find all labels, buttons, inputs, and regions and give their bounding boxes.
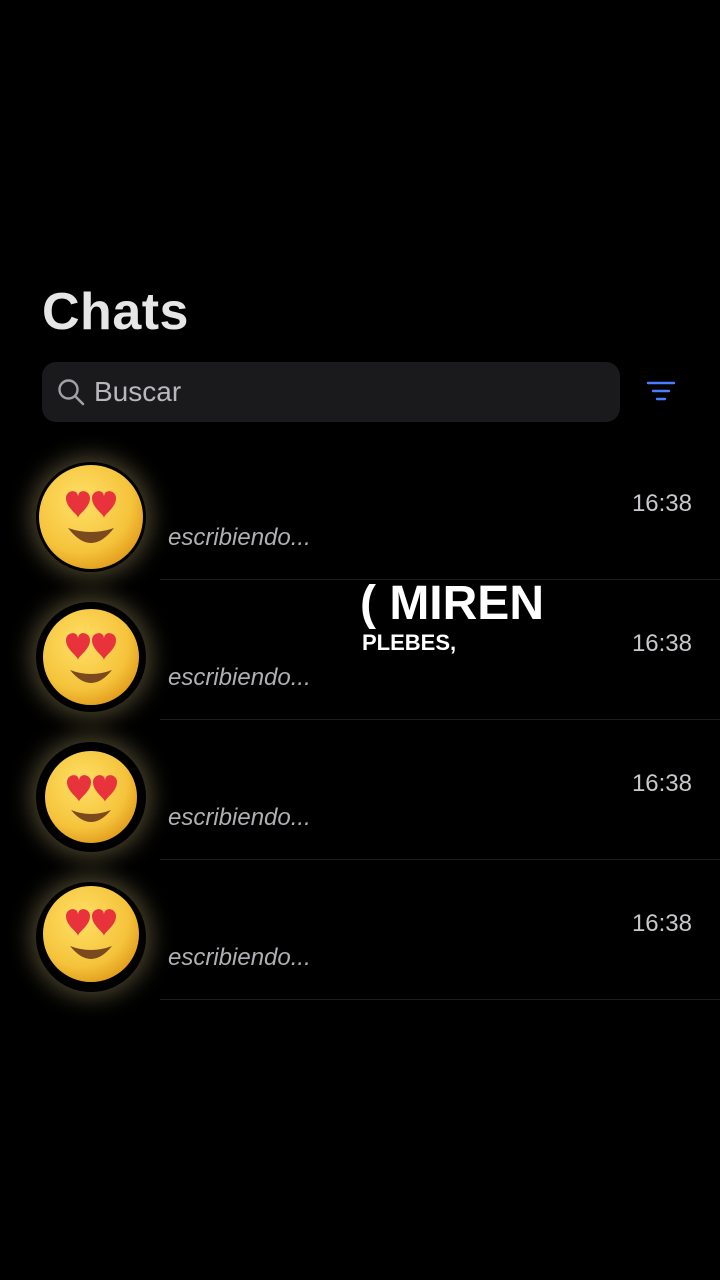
chat-preview: escribiendo...	[168, 944, 311, 971]
chat-preview: escribiendo...	[168, 804, 311, 831]
chat-row[interactable]: 16:38 escribiendo...	[0, 720, 720, 860]
heart-eyes-emoji-icon[interactable]	[36, 602, 146, 712]
chat-time: 16:38	[631, 910, 692, 937]
filter-icon	[646, 380, 676, 407]
chat-time: 16:38	[631, 630, 692, 657]
chat-preview: escribiendo...	[168, 664, 311, 691]
chat-time: 16:38	[631, 770, 692, 797]
search-icon	[56, 377, 86, 407]
search-placeholder: Buscar	[94, 376, 182, 407]
search-input[interactable]: Buscar	[42, 362, 620, 422]
chat-time: 16:38	[631, 490, 692, 517]
heart-eyes-emoji-icon[interactable]	[36, 742, 146, 852]
page-title: Chats	[42, 283, 189, 341]
heart-eyes-emoji-icon[interactable]	[36, 882, 146, 992]
chat-row[interactable]: 16:38 escribiendo...	[0, 580, 720, 720]
heart-eyes-emoji-icon[interactable]	[36, 462, 146, 572]
divider	[160, 999, 720, 1000]
chat-row[interactable]: 16:38 escribiendo...	[0, 860, 720, 1000]
filter-button[interactable]	[644, 378, 678, 408]
chat-preview: escribiendo...	[168, 524, 311, 551]
chat-row[interactable]: 16:38 escribiendo...	[0, 440, 720, 580]
chat-list: 16:38 escribiendo... 16:38 escribiendo..…	[0, 440, 720, 1000]
